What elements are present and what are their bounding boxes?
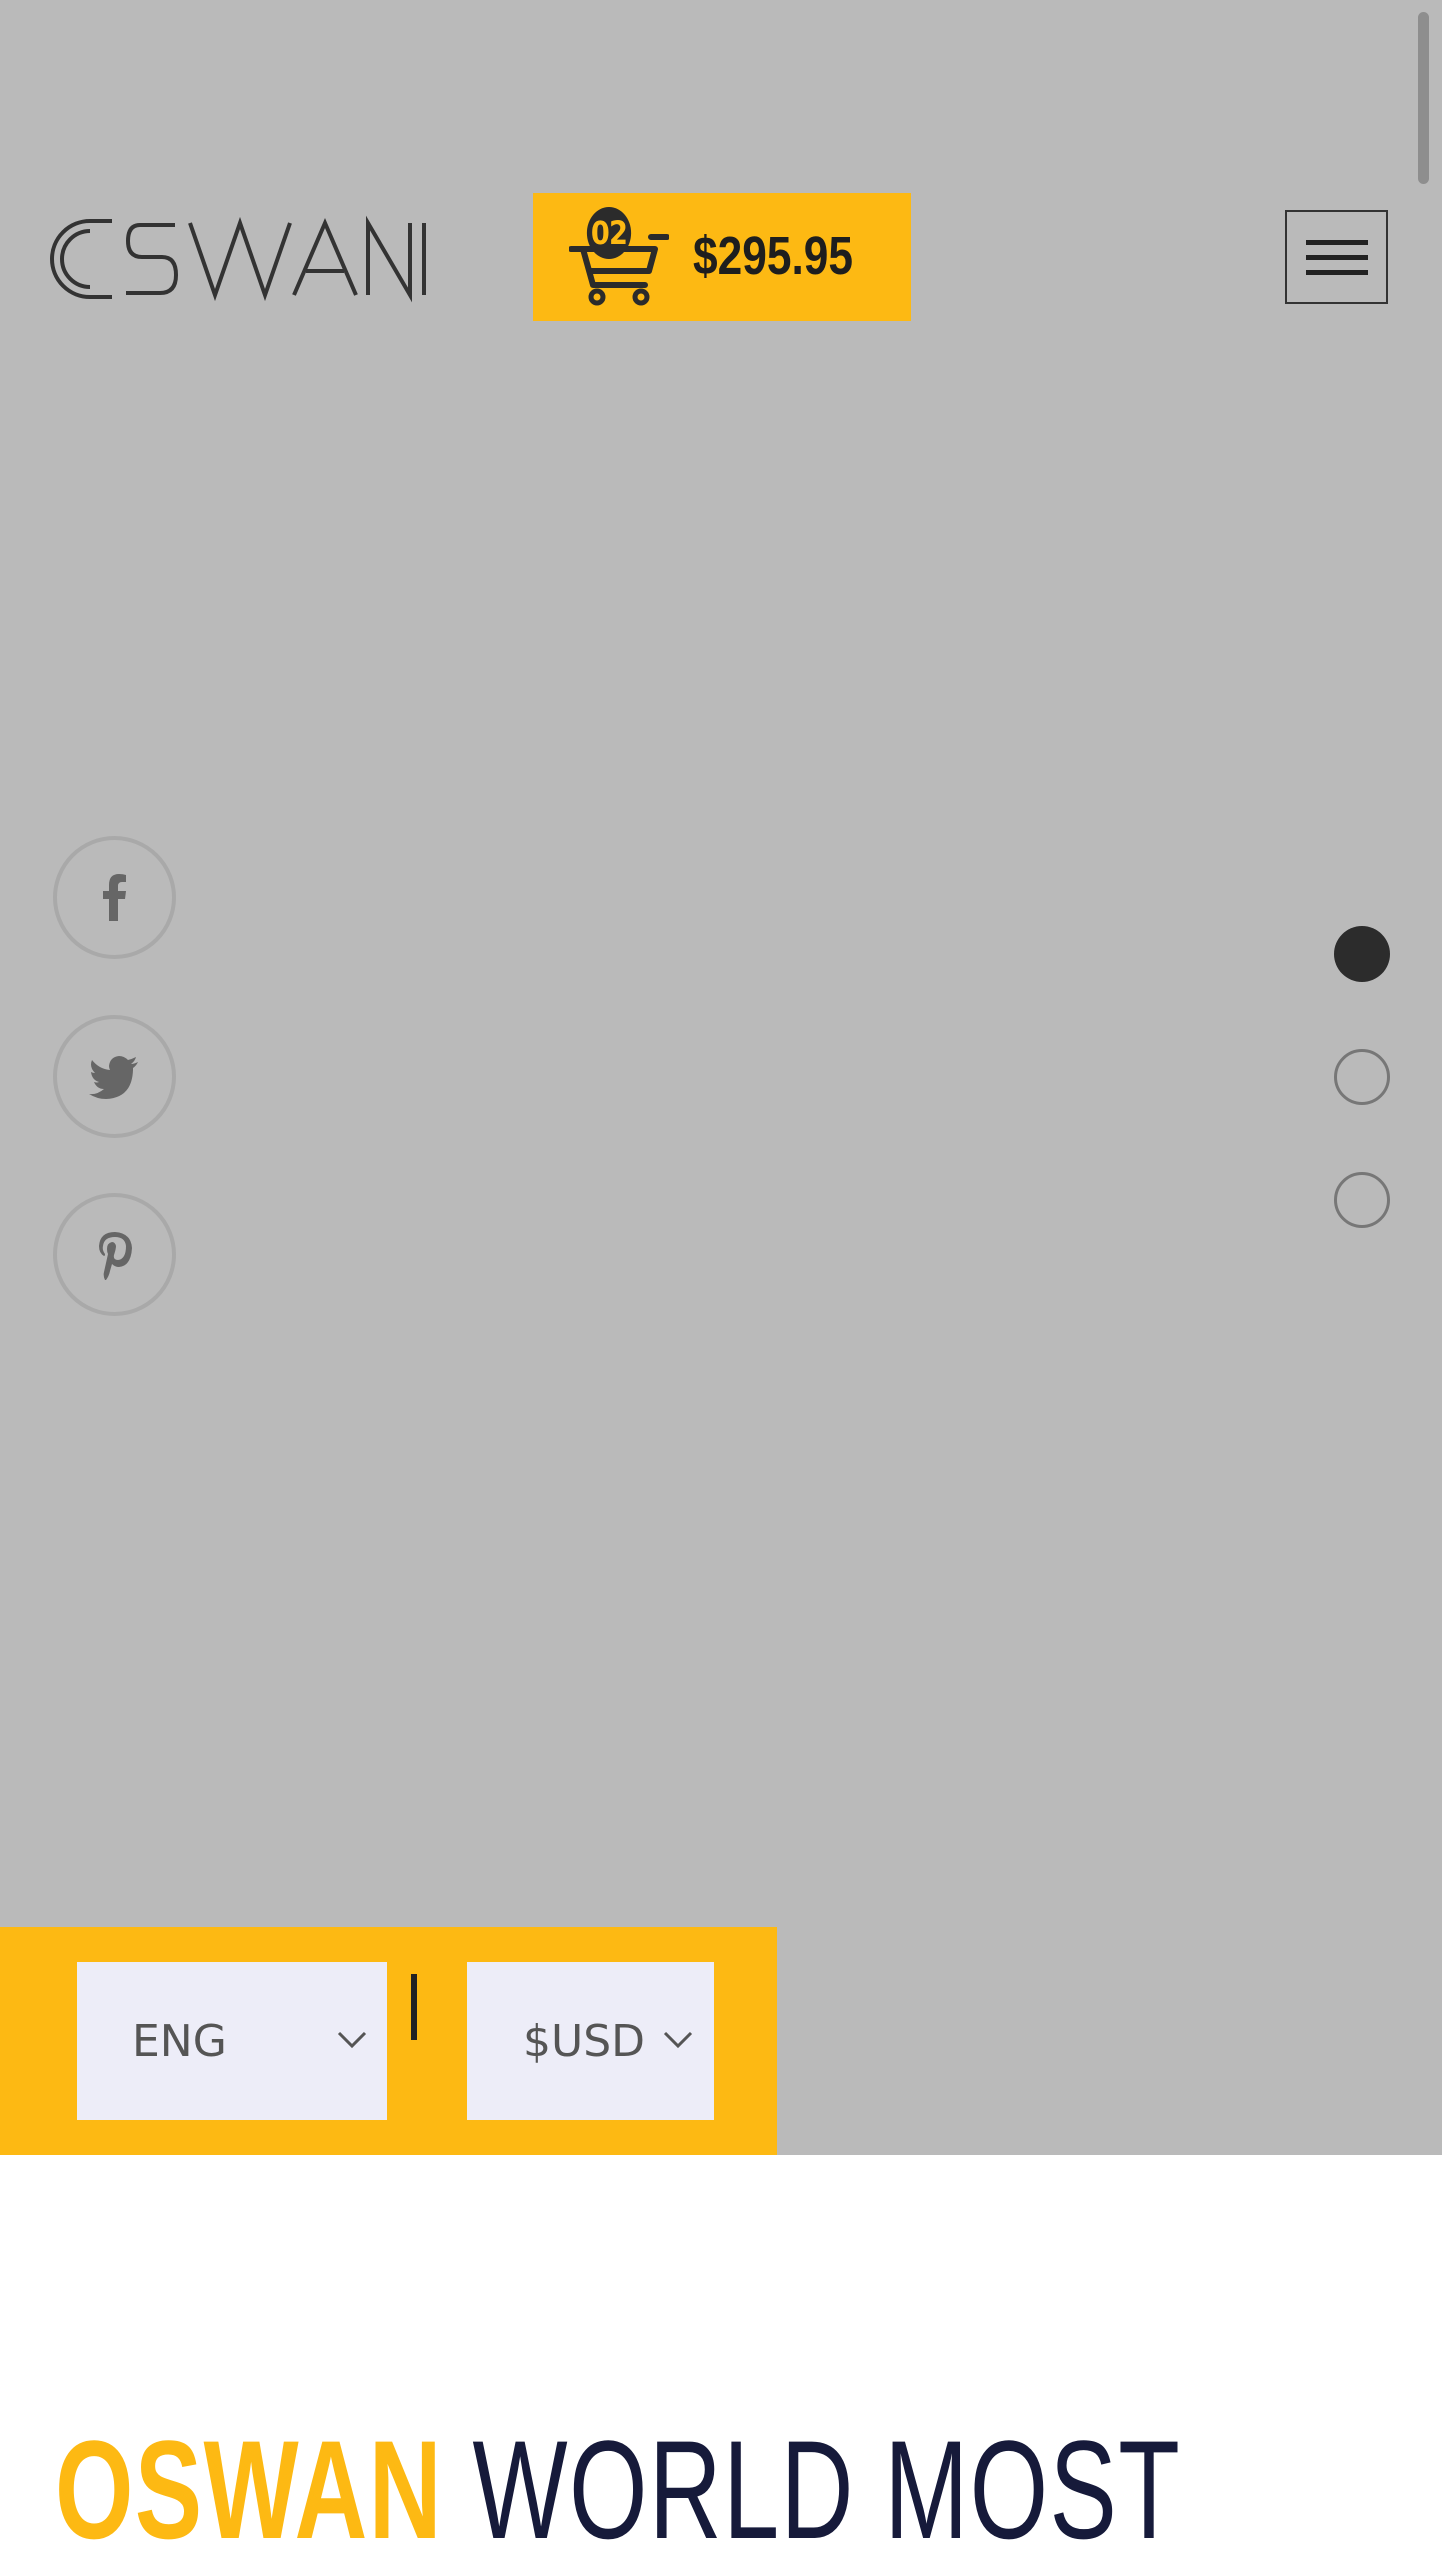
menu-line (1305, 269, 1368, 275)
twitter-link[interactable] (53, 1015, 176, 1138)
headline-rest: WORLD MOST (472, 2411, 1182, 2568)
logo-wordmark (50, 215, 426, 303)
cart-button[interactable]: 02 $295.95 (533, 193, 911, 321)
chevron-down-icon (337, 2031, 367, 2049)
slider-dot-1[interactable] (1334, 926, 1390, 982)
pinterest-link[interactable] (53, 1193, 176, 1316)
headline-brand: OSWAN (55, 2411, 444, 2568)
pinterest-icon (98, 1231, 132, 1280)
hamburger-menu-button[interactable] (1285, 210, 1388, 304)
facebook-link[interactable] (53, 836, 176, 959)
cart-count-badge: 02 (586, 207, 632, 259)
twitter-icon (88, 1055, 138, 1099)
menu-line (1305, 254, 1368, 260)
chevron-down-icon (663, 2031, 693, 2049)
facebook-icon (102, 873, 126, 921)
scrollbar[interactable] (1418, 12, 1429, 184)
currency-select[interactable]: $USD (467, 1962, 714, 2120)
cart-total: $295.95 (693, 226, 854, 286)
hero-headline: OSWAN WORLD MOST (55, 2420, 1181, 2560)
language-value: ENG (132, 2015, 227, 2067)
hero-section (0, 0, 1442, 2155)
switcher-divider (411, 1974, 417, 2040)
language-currency-bar: ENG $USD (0, 1927, 777, 2155)
slider-dot-2[interactable] (1334, 1049, 1390, 1105)
slider-dot-3[interactable] (1334, 1172, 1390, 1228)
site-logo[interactable] (50, 215, 430, 303)
language-select[interactable]: ENG (77, 1962, 387, 2120)
currency-value: $USD (523, 2015, 646, 2067)
menu-line (1305, 239, 1368, 245)
